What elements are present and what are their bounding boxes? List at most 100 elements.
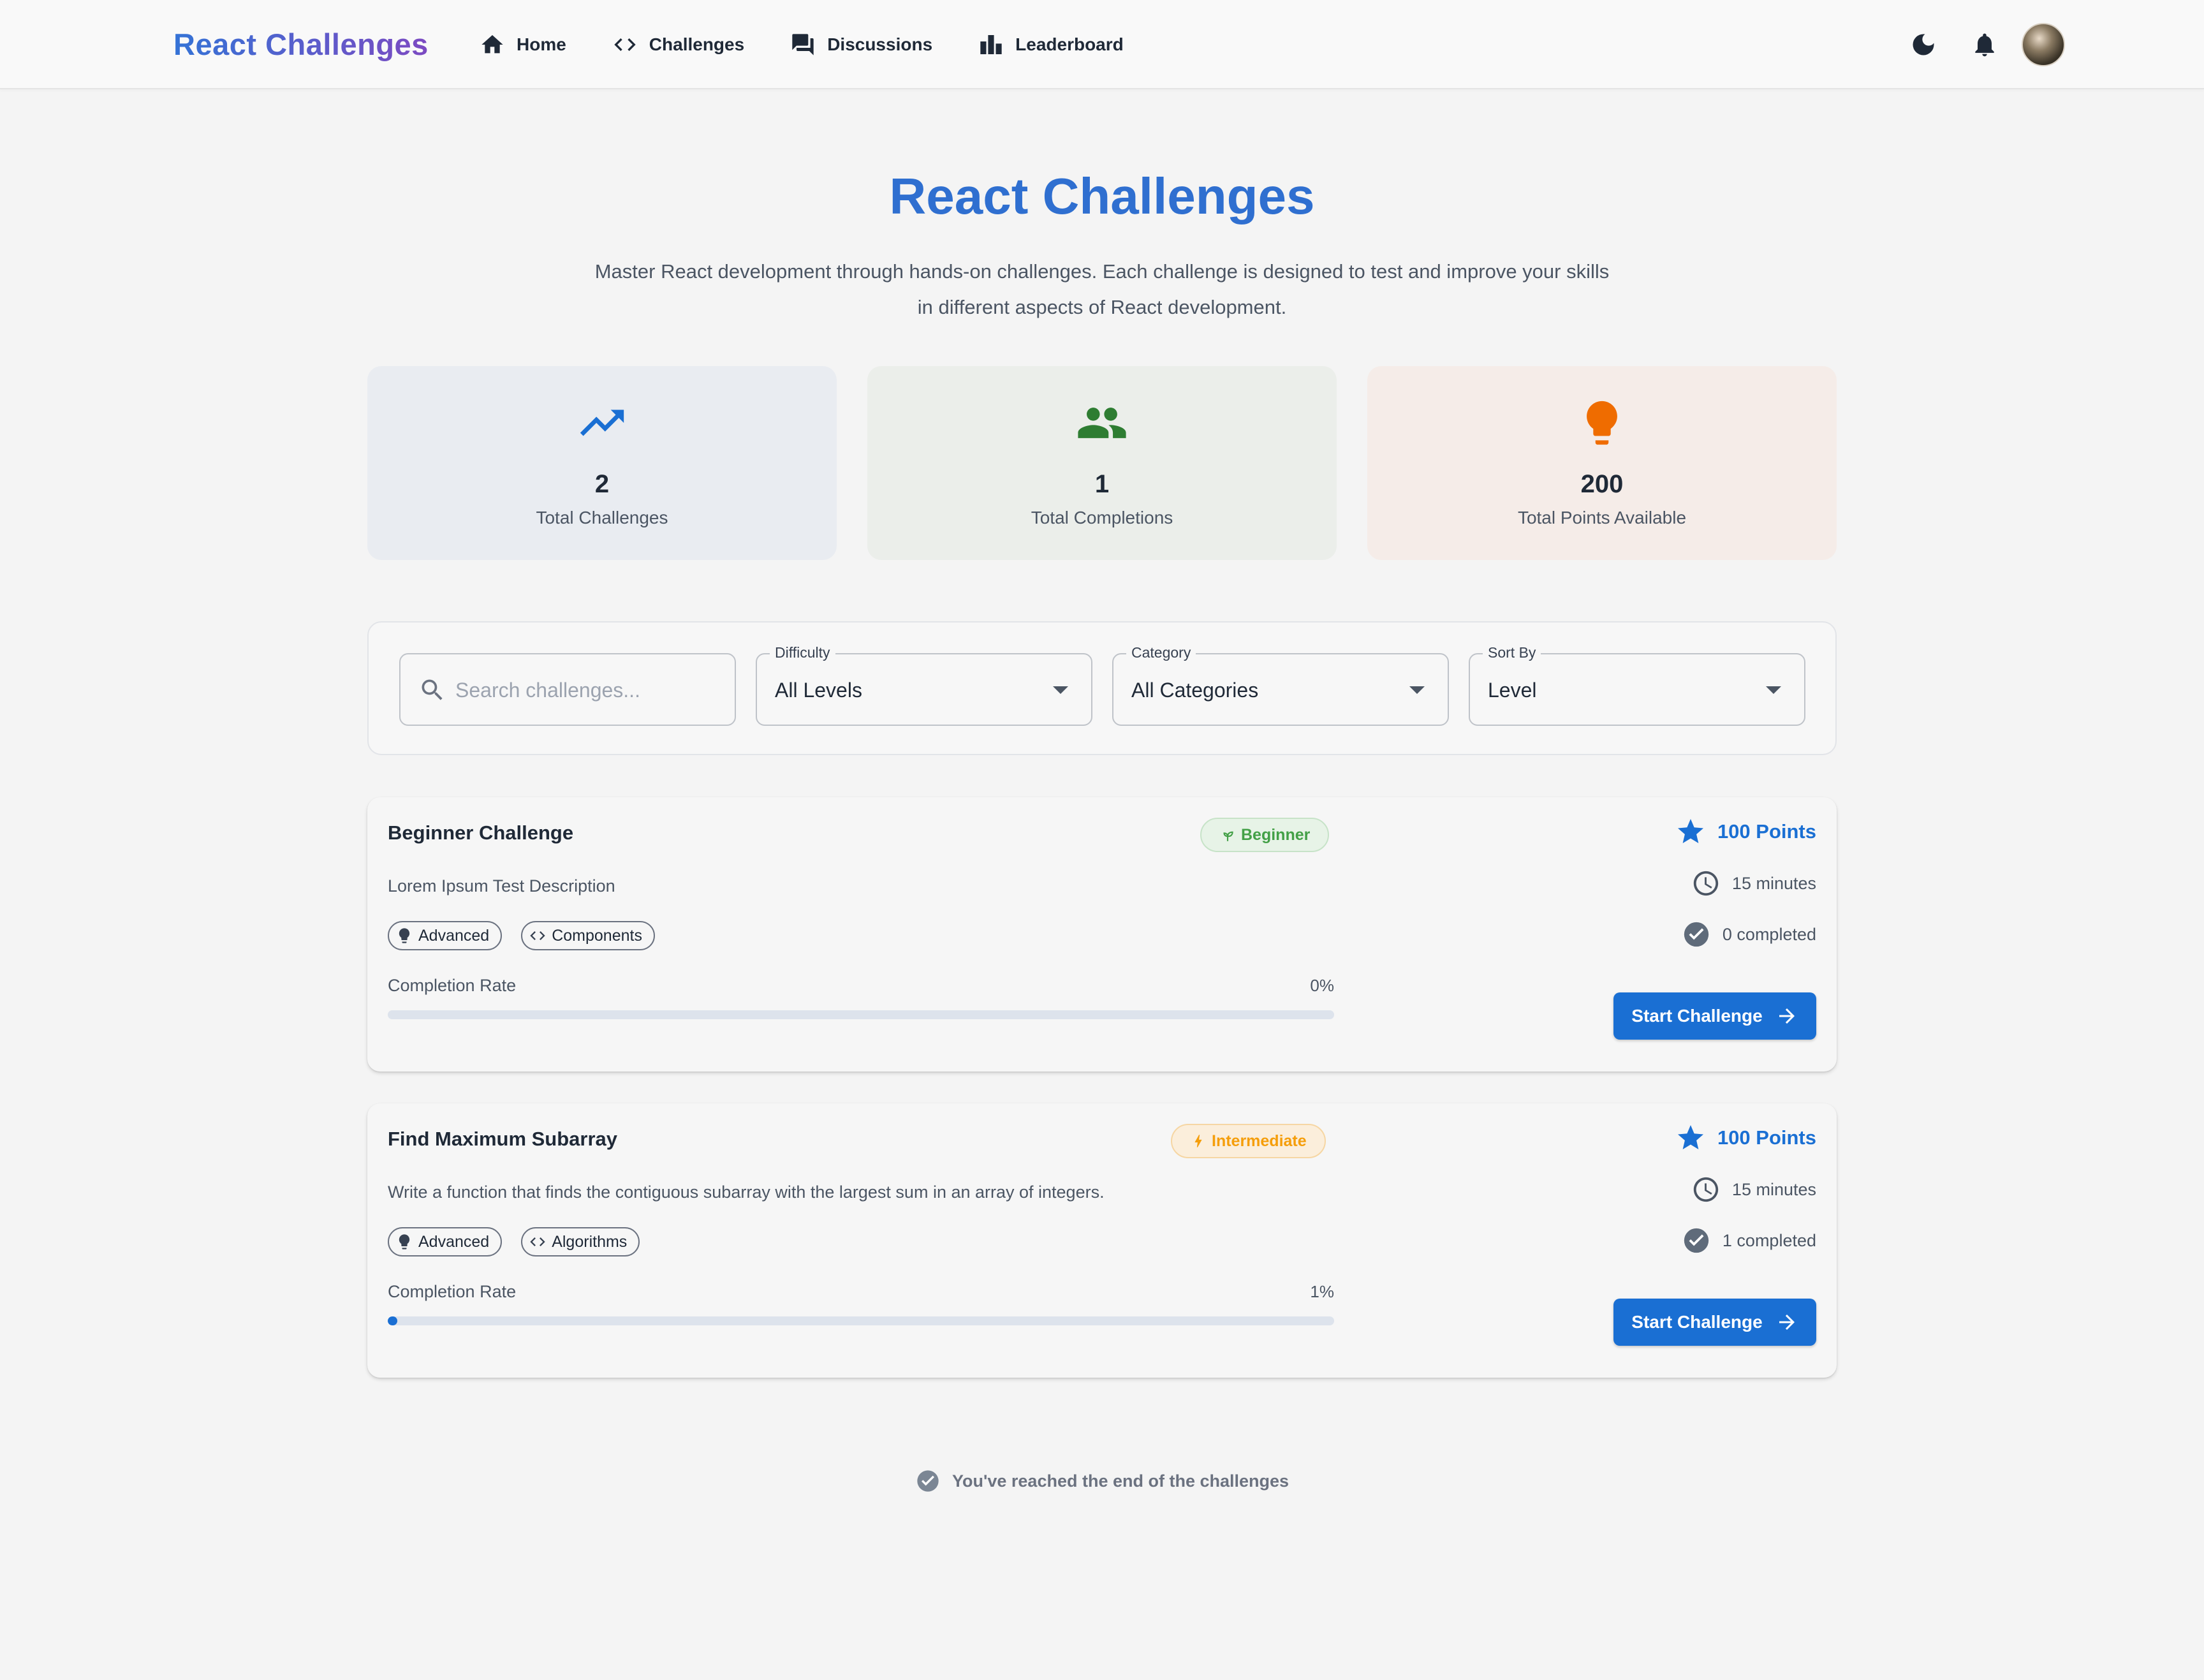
stat-card-total-challenges: 2 Total Challenges xyxy=(367,366,837,560)
completion-progress-bar xyxy=(388,1010,1334,1019)
tag-label: Components xyxy=(552,926,642,945)
level-badge-label: Intermediate xyxy=(1212,1131,1307,1150)
star-icon xyxy=(1677,1125,1703,1149)
completion-rate-label: Completion Rate xyxy=(388,976,517,995)
tag-list: Advanced Algorithms xyxy=(388,1227,659,1256)
sort-value: Level xyxy=(1488,679,1537,702)
page-subtitle: Master React development through hands-o… xyxy=(594,260,1610,318)
stat-card-total-completions: 1 Total Completions xyxy=(867,366,1337,560)
stat-value: 200 xyxy=(1580,470,1624,498)
nav-challenges-label: Challenges xyxy=(649,34,745,54)
challenge-card[interactable]: Find Maximum Subarray Intermediate Write… xyxy=(367,1103,1837,1378)
leaderboard-icon xyxy=(980,35,1002,54)
end-of-list-note: You've reached the end of the challenges xyxy=(0,1468,2204,1494)
group-icon xyxy=(1078,408,1126,438)
start-challenge-button[interactable]: Start Challenge xyxy=(1613,1299,1816,1346)
challenge-title: Find Maximum Subarray xyxy=(388,1128,618,1150)
nav-home-label: Home xyxy=(517,34,566,54)
points-display: 100 Points xyxy=(1675,816,1816,847)
forum-icon xyxy=(792,34,814,55)
dark-mode-toggle[interactable] xyxy=(1900,22,1946,68)
difficulty-value: All Levels xyxy=(775,679,862,702)
tag-chip: Advanced xyxy=(388,1227,503,1256)
completion-rate-value: 0% xyxy=(1310,976,1334,995)
check-circle-icon xyxy=(1684,1228,1709,1253)
completion-rate-value: 1% xyxy=(1310,1282,1334,1301)
time-display: 15 minutes xyxy=(1691,869,1816,898)
level-badge: Intermediate xyxy=(1171,1124,1326,1158)
lightbulb-icon xyxy=(1587,401,1617,445)
arrow-forward-icon xyxy=(1779,1315,1795,1330)
end-of-list-text: You've reached the end of the challenges xyxy=(951,1471,1289,1491)
sort-select[interactable]: Sort By Level xyxy=(1469,644,1805,726)
clock-icon xyxy=(1693,1177,1719,1202)
sort-label: Sort By xyxy=(1483,644,1541,661)
time-label: 15 minutes xyxy=(1731,873,1816,893)
points-display: 100 Points xyxy=(1675,1123,1816,1153)
category-label: Category xyxy=(1126,644,1196,661)
sprout-icon xyxy=(1223,831,1233,841)
nav-leaderboard-label: Leaderboard xyxy=(1015,34,1124,54)
code-icon xyxy=(530,1237,545,1246)
avatar[interactable] xyxy=(2022,23,2065,66)
check-circle-icon xyxy=(1684,922,1709,947)
completed-label: 1 completed xyxy=(1722,1230,1816,1250)
check-circle-icon xyxy=(917,1470,939,1492)
tag-chip: Components xyxy=(521,921,655,950)
star-icon xyxy=(1677,819,1703,843)
chevron-down-icon xyxy=(1053,686,1068,694)
notifications-icon xyxy=(1975,33,1994,57)
stat-value: 1 xyxy=(1094,470,1110,498)
start-challenge-button[interactable]: Start Challenge xyxy=(1613,992,1816,1040)
stat-label: Total Completions xyxy=(1031,508,1173,527)
top-actions xyxy=(1885,22,2065,68)
tag-chip: Algorithms xyxy=(521,1227,640,1256)
challenge-description: Write a function that finds the contiguo… xyxy=(388,1183,1105,1202)
notifications-button[interactable] xyxy=(1962,22,2008,68)
stat-card-total-points: 200 Total Points Available xyxy=(1367,366,1837,560)
nav-discussions[interactable]: Discussions xyxy=(790,29,932,60)
time-display: 15 minutes xyxy=(1691,1175,1816,1204)
lightbulb-icon xyxy=(399,928,410,943)
nav-home[interactable]: Home xyxy=(480,29,566,60)
category-value: All Categories xyxy=(1131,679,1259,702)
filter-bar: Difficulty All Levels Category All Categ… xyxy=(367,621,1837,755)
completed-label: 0 completed xyxy=(1722,924,1816,944)
stat-label: Total Challenges xyxy=(536,508,668,527)
challenge-card[interactable]: Beginner Challenge Beginner Lorem Ipsum … xyxy=(367,797,1837,1072)
level-badge: Beginner xyxy=(1200,818,1330,852)
clock-icon xyxy=(1693,871,1719,896)
nav-leaderboard[interactable]: Leaderboard xyxy=(978,29,1124,60)
completion-rate-label: Completion Rate xyxy=(388,1282,517,1301)
stat-label: Total Points Available xyxy=(1517,508,1687,527)
tag-label: Advanced xyxy=(418,926,490,945)
level-badge-label: Beginner xyxy=(1241,825,1311,844)
lightbulb-icon xyxy=(399,1234,410,1249)
search-input[interactable] xyxy=(455,675,723,705)
tag-chip: Advanced xyxy=(388,921,503,950)
bolt-icon xyxy=(1194,1135,1202,1147)
completed-display: 1 completed xyxy=(1682,1226,1816,1255)
search-icon xyxy=(422,679,443,700)
challenge-description: Lorem Ipsum Test Description xyxy=(388,876,615,895)
nav-challenges[interactable]: Challenges xyxy=(612,29,744,60)
category-select[interactable]: Category All Categories xyxy=(1112,644,1449,726)
top-app-bar: React Challenges Home Challenges Discuss… xyxy=(0,0,2204,89)
trending-up-icon xyxy=(580,409,624,436)
main-nav: Home Challenges Discussions Leaderboard xyxy=(480,29,1170,60)
completed-display: 0 completed xyxy=(1682,920,1816,949)
completion-progress-bar xyxy=(388,1316,1334,1325)
difficulty-label: Difficulty xyxy=(770,644,835,661)
tag-label: Advanced xyxy=(418,1232,490,1251)
search-field[interactable] xyxy=(399,653,736,726)
code-icon xyxy=(530,931,545,940)
stat-value: 2 xyxy=(594,470,610,498)
time-label: 15 minutes xyxy=(1731,1179,1816,1199)
arrow-forward-icon xyxy=(1779,1008,1795,1024)
brand-logo[interactable]: React Challenges xyxy=(173,27,429,62)
page-title: React Challenges xyxy=(889,168,1315,225)
code-icon xyxy=(614,38,636,51)
progress-fill xyxy=(388,1316,397,1325)
tag-list: Advanced Components xyxy=(388,921,674,950)
difficulty-select[interactable]: Difficulty All Levels xyxy=(756,644,1092,726)
